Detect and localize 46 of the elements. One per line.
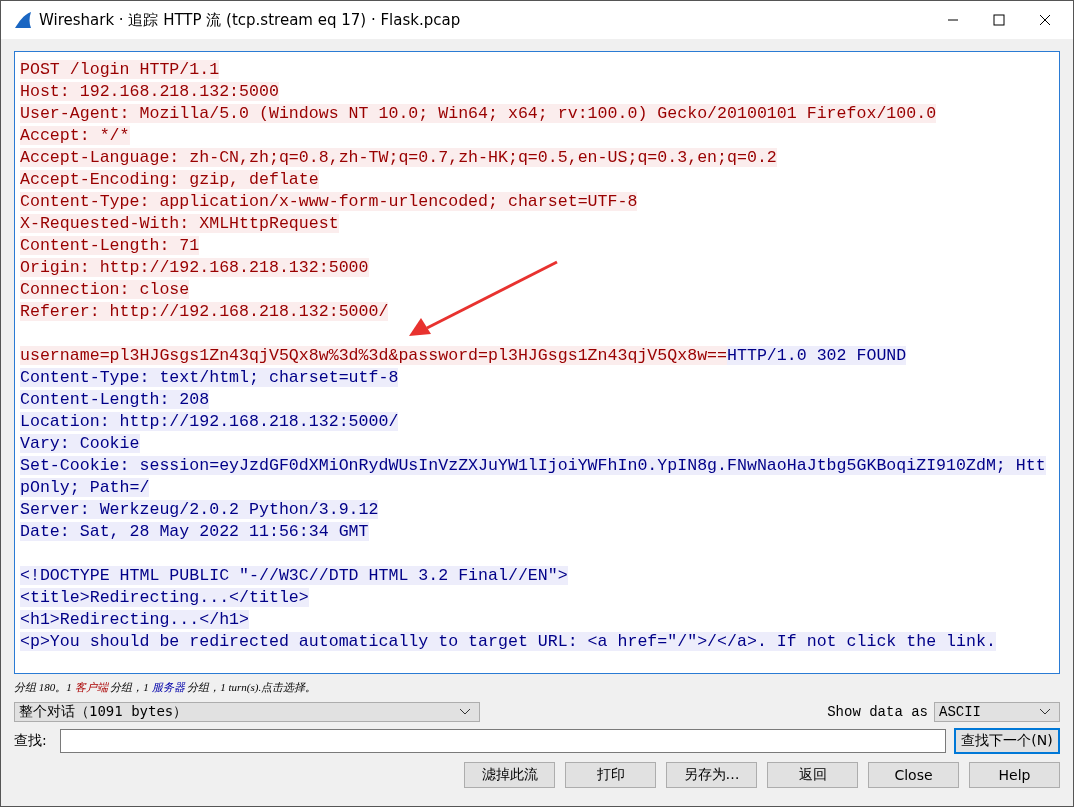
conversation-dropdown[interactable]: 整个对话（1091 bytes） (14, 702, 480, 722)
find-label: 查找: (14, 732, 48, 750)
server-stream-text: <h1>Redirecting...</h1> (20, 610, 250, 629)
client-stream-text: Host: 192.168.218.132:5000 (20, 82, 279, 101)
dialog-button[interactable]: 另存为… (666, 762, 757, 788)
client-stream-text: POST /login HTTP/1.1 (20, 60, 220, 79)
client-stream-text: username=pl3HJGsgs1Zn43qjV5Qx8w%3d%3d&password=pl3HJGsgs1Zn43qjV5Qx8w== (20, 346, 727, 365)
client-stream-text: X-Requested-With: XMLHttpRequest (20, 214, 339, 233)
server-stream-text: HTTP/1.0 302 FOUND (727, 346, 907, 365)
window-title: Wireshark · 追踪 HTTP 流 (tcp.stream eq 17) · Flask.pcap (39, 10, 461, 30)
client-stream-text: User-Agent: Mozilla/5.0 (Windows NT 10.0; Win64; x64; rv:100.0) Gecko/20100101 Firefox/100.0 (20, 104, 937, 123)
server-stream-text: pOnly; Path=/ (20, 478, 150, 497)
client-stream-text: Origin: http://192.168.218.132:5000 (20, 258, 369, 277)
client-stream-text: Referer: http://192.168.218.132:5000/ (20, 302, 389, 321)
fin-icon (13, 10, 33, 30)
client-stream-text: Content-Type: application/x-www-form-urlencoded; charset=UTF-8 (20, 192, 638, 211)
status-text: 分组 180。1 客户端 分组，1 服务器 分组，1 turn(s).点击选择。 (14, 680, 318, 695)
server-stream-text: Content-Type: text/html; charset=utf-8 (20, 368, 399, 387)
find-input[interactable] (60, 729, 946, 753)
server-stream-text: Server: Werkzeug/2.0.2 Python/3.9.12 (20, 500, 379, 519)
chevron-down-icon (1039, 708, 1051, 716)
server-stream-text: Content-Length: 208 (20, 390, 210, 409)
dialog-button[interactable]: Help (969, 762, 1060, 788)
dialog-button[interactable]: 打印 (565, 762, 656, 788)
client-stream-text: Content-Length: 71 (20, 236, 200, 255)
server-stream-text: Location: http://192.168.218.132:5000/ (20, 412, 399, 431)
data-format-dropdown[interactable]: ASCII (934, 702, 1060, 722)
close-icon[interactable] (1039, 14, 1051, 26)
chevron-down-icon (459, 708, 471, 716)
client-stream-text: Accept: */* (20, 126, 130, 145)
server-stream-text: <!DOCTYPE HTML PUBLIC "-//W3C//DTD HTML 3.2 Final//EN"> (20, 566, 568, 585)
server-stream-text: Vary: Cookie (20, 434, 140, 453)
dialog-button[interactable]: Close (868, 762, 959, 788)
stream-text-area[interactable] (14, 51, 1060, 674)
client-stream-text: Accept-Language: zh-CN,zh;q=0.8,zh-TW;q=0.7,zh-HK;q=0.5,en-US;q=0.3,en;q=0.2 (20, 148, 777, 167)
server-stream-text: <p>You should be redirected automatically to target URL: <a href="/">/</a>. If not click the link. (20, 632, 996, 651)
dialog-button[interactable]: 滤掉此流 (464, 762, 555, 788)
server-stream-text: Set-Cookie: session=eyJzdGF0dXMiOnRydWUsInVzZXJuYW1lIjoiYWFhIn0.YpIN8g.FNwNaoHaJtbg5GKBoqiZI910ZdM; Htt (20, 456, 1046, 475)
show-data-label: Show data as (827, 704, 928, 720)
find-next-button[interactable]: 查找下一个(N) (954, 728, 1060, 754)
dialog-button[interactable]: 返回 (767, 762, 858, 788)
maximize-icon[interactable] (993, 14, 1005, 26)
client-stream-text: Connection: close (20, 280, 190, 299)
server-stream-text: Date: Sat, 28 May 2022 11:56:34 GMT (20, 522, 369, 541)
server-stream-text: <title>Redirecting...</title> (20, 588, 309, 607)
client-stream-text: Accept-Encoding: gzip, deflate (20, 170, 319, 189)
